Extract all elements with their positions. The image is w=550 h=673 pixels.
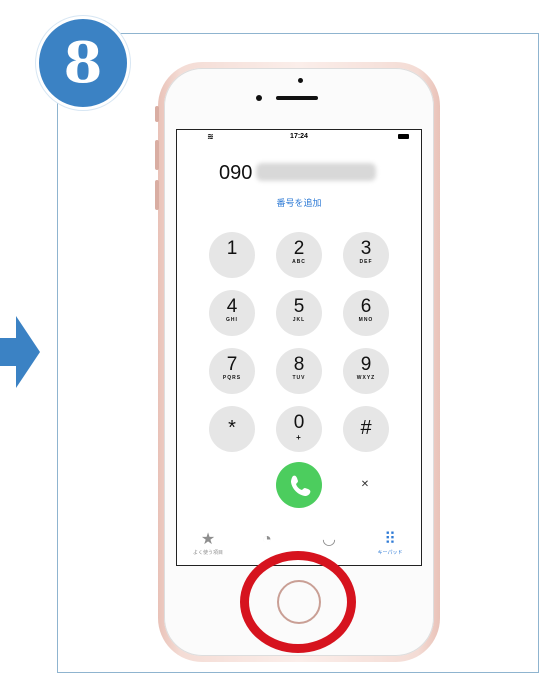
key-letters: WXYZ bbox=[356, 375, 376, 381]
key-digit: 7 bbox=[226, 354, 238, 375]
tab-contacts[interactable]: ◡ bbox=[319, 531, 339, 549]
key-6[interactable]: 6 MNO bbox=[343, 290, 389, 336]
key-digit: 6 bbox=[360, 296, 372, 317]
contacts-icon: ◡ bbox=[322, 531, 336, 548]
status-time: 17:24 bbox=[290, 133, 308, 140]
phone-screen: ≋ 17:24 090 番号を追加 1 2 ABC 3 DEF 4 GHI 5 … bbox=[176, 129, 422, 566]
volume-down-button bbox=[155, 180, 159, 210]
key-letters: DEF bbox=[359, 259, 373, 265]
tab-favorites[interactable]: ★ よく使う項目 bbox=[185, 531, 231, 556]
key-digit: 2 bbox=[293, 238, 305, 259]
keypad-icon: ⠿ bbox=[384, 531, 396, 548]
key-7[interactable]: 7 PQRS bbox=[209, 348, 255, 394]
key-8[interactable]: 8 TUV bbox=[276, 348, 322, 394]
key-digit: 8 bbox=[293, 354, 305, 375]
key-letters: JKL bbox=[292, 317, 306, 323]
arrow-right-icon bbox=[0, 316, 40, 388]
key-digit: 1 bbox=[226, 238, 238, 259]
star-icon: ★ bbox=[200, 531, 216, 548]
key-digit: # bbox=[360, 417, 372, 439]
key-letters: ABC bbox=[292, 259, 306, 265]
proximity-sensor bbox=[298, 78, 303, 83]
phone-icon bbox=[291, 475, 311, 496]
key-letters: TUV bbox=[292, 375, 306, 381]
delete-button[interactable]: ✕ bbox=[355, 478, 375, 492]
key-1[interactable]: 1 bbox=[209, 232, 255, 278]
key-3[interactable]: 3 DEF bbox=[343, 232, 389, 278]
key-star[interactable]: * bbox=[209, 406, 255, 452]
key-digit: 4 bbox=[226, 296, 238, 317]
key-2[interactable]: 2 ABC bbox=[276, 232, 322, 278]
mute-switch bbox=[155, 106, 159, 122]
key-letters: MNO bbox=[358, 317, 374, 323]
key-digit: 5 bbox=[293, 296, 305, 317]
clock-icon: ◔ bbox=[262, 531, 272, 548]
key-hash[interactable]: # bbox=[343, 406, 389, 452]
battery-icon bbox=[398, 134, 409, 139]
key-letters: PQRS bbox=[222, 375, 242, 381]
status-bar: ≋ 17:24 bbox=[177, 130, 421, 144]
key-digit: 0 bbox=[293, 412, 305, 433]
dialed-number-prefix: 090 bbox=[219, 162, 253, 184]
call-button[interactable] bbox=[276, 462, 322, 508]
tab-label: よく使う項目 bbox=[192, 550, 223, 556]
home-button-highlight bbox=[240, 551, 356, 653]
add-number-link[interactable]: 番号を追加 bbox=[177, 196, 421, 209]
key-letters: GHI bbox=[226, 317, 238, 323]
tab-keypad[interactable]: ⠿ キーパッド bbox=[367, 531, 413, 556]
key-letters: + bbox=[296, 433, 302, 442]
key-digit: 9 bbox=[360, 354, 372, 375]
key-5[interactable]: 5 JKL bbox=[276, 290, 322, 336]
key-0[interactable]: 0 + bbox=[276, 406, 322, 452]
tab-label: キーパッド bbox=[377, 550, 403, 556]
volume-up-button bbox=[155, 140, 159, 170]
step-number-badge: 8 bbox=[36, 16, 130, 110]
earpiece-speaker bbox=[276, 96, 318, 100]
key-4[interactable]: 4 GHI bbox=[209, 290, 255, 336]
tab-recents[interactable]: ◔ bbox=[257, 531, 277, 549]
key-digit: * bbox=[228, 417, 236, 439]
key-digit: 3 bbox=[360, 238, 372, 259]
dialed-number: 090 bbox=[219, 162, 377, 185]
blurred-number bbox=[256, 163, 377, 181]
key-9[interactable]: 9 WXYZ bbox=[343, 348, 389, 394]
front-camera bbox=[256, 95, 262, 101]
